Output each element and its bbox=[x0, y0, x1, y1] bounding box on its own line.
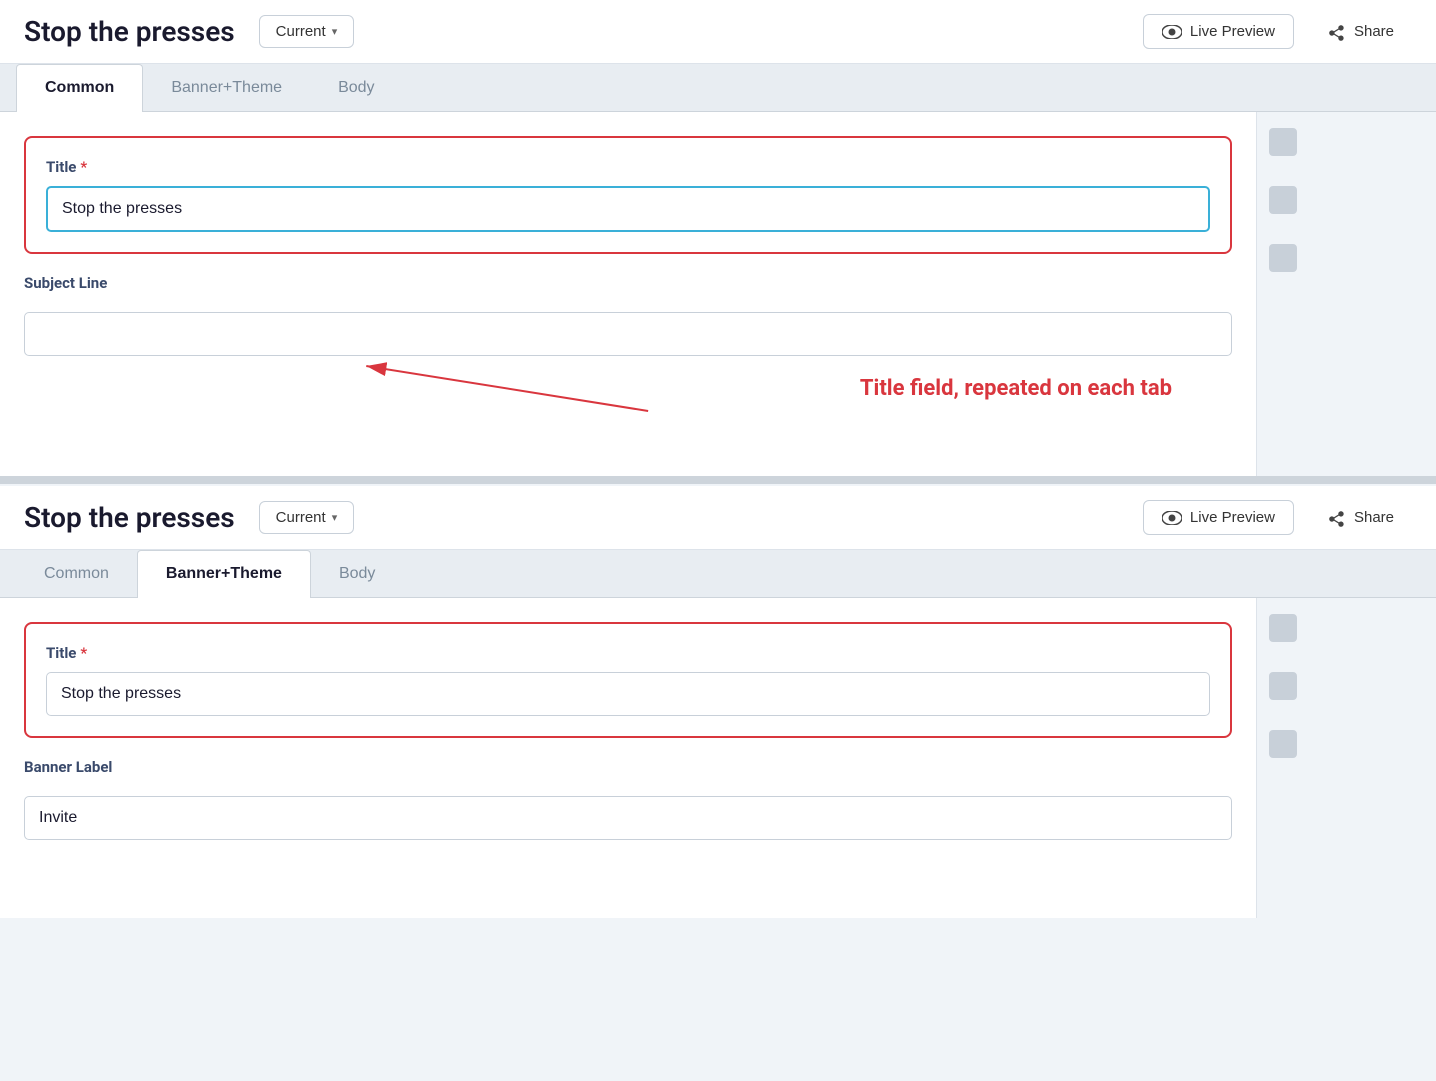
sidebar-stub-1 bbox=[1269, 128, 1297, 156]
tab-common-bottom[interactable]: Common bbox=[16, 550, 137, 597]
live-preview-label: Live Preview bbox=[1190, 23, 1275, 40]
annotation-area: Title field, repeated on each tab bbox=[24, 356, 1232, 476]
bottom-sidebar-stub-1 bbox=[1269, 614, 1297, 642]
bottom-header: Stop the presses Current ▾ Live Preview … bbox=[0, 486, 1436, 550]
title-label-bottom: Title * bbox=[46, 644, 1210, 662]
top-header: Stop the presses Current ▾ Live Preview … bbox=[0, 0, 1436, 64]
top-form-area: Title * Subject Line bbox=[0, 112, 1256, 476]
version-dropdown[interactable]: Current ▾ bbox=[259, 15, 355, 48]
top-panel: Stop the presses Current ▾ Live Preview … bbox=[0, 0, 1436, 478]
bottom-eye-icon bbox=[1162, 511, 1182, 525]
tab-common-top[interactable]: Common bbox=[16, 64, 143, 112]
required-star-bottom: * bbox=[80, 644, 87, 662]
title-field-section-bottom: Title * bbox=[24, 622, 1232, 738]
annotation-arrow bbox=[24, 356, 1232, 476]
subject-line-section: Subject Line bbox=[24, 274, 1232, 356]
title-input-top[interactable] bbox=[46, 186, 1210, 232]
bottom-page-title: Stop the presses bbox=[24, 501, 235, 534]
chevron-down-icon: ▾ bbox=[332, 25, 338, 38]
top-right-sidebar bbox=[1256, 112, 1436, 476]
eye-icon bbox=[1162, 25, 1182, 39]
tab-banner-theme-top[interactable]: Banner+Theme bbox=[143, 64, 310, 111]
bottom-tabs-bar: Common Banner+Theme Body bbox=[0, 550, 1436, 598]
tab-body-bottom[interactable]: Body bbox=[311, 550, 403, 597]
top-tabs-bar: Common Banner+Theme Body bbox=[0, 64, 1436, 112]
title-field-section-top: Title * bbox=[24, 136, 1232, 254]
page-title: Stop the presses bbox=[24, 15, 235, 48]
sidebar-stub-3 bbox=[1269, 244, 1297, 272]
tab-body-top[interactable]: Body bbox=[310, 64, 402, 111]
annotation-text: Title field, repeated on each tab bbox=[860, 376, 1172, 401]
live-preview-button[interactable]: Live Preview bbox=[1143, 14, 1294, 49]
bottom-content-area: Title * Banner Label bbox=[0, 598, 1436, 918]
share-label: Share bbox=[1354, 23, 1394, 40]
bottom-version-dropdown[interactable]: Current ▾ bbox=[259, 501, 355, 534]
title-input-bottom[interactable] bbox=[46, 672, 1210, 716]
bottom-share-icon bbox=[1328, 509, 1346, 527]
bottom-chevron-icon: ▾ bbox=[332, 511, 338, 524]
share-icon bbox=[1328, 23, 1346, 41]
bottom-live-preview-button[interactable]: Live Preview bbox=[1143, 500, 1294, 535]
share-button[interactable]: Share bbox=[1310, 15, 1412, 49]
version-label: Current bbox=[276, 23, 326, 40]
bottom-version-label: Current bbox=[276, 509, 326, 526]
bottom-sidebar-stub-2 bbox=[1269, 672, 1297, 700]
sidebar-stub-2 bbox=[1269, 186, 1297, 214]
top-content-area: Title * Subject Line bbox=[0, 112, 1436, 476]
bottom-form-area: Title * Banner Label bbox=[0, 598, 1256, 918]
required-star-top: * bbox=[80, 158, 87, 176]
banner-label-section: Banner Label bbox=[24, 758, 1232, 840]
bottom-live-preview-label: Live Preview bbox=[1190, 509, 1275, 526]
tab-banner-theme-bottom[interactable]: Banner+Theme bbox=[137, 550, 311, 598]
bottom-sidebar-stub-3 bbox=[1269, 730, 1297, 758]
bottom-panel: Stop the presses Current ▾ Live Preview … bbox=[0, 486, 1436, 918]
banner-label-input[interactable] bbox=[24, 796, 1232, 840]
title-label-top: Title * bbox=[46, 158, 1210, 176]
bottom-right-sidebar bbox=[1256, 598, 1436, 918]
panel-separator bbox=[0, 478, 1436, 484]
subject-line-input[interactable] bbox=[24, 312, 1232, 356]
bottom-share-button[interactable]: Share bbox=[1310, 501, 1412, 535]
bottom-share-label: Share bbox=[1354, 509, 1394, 526]
subject-line-label: Subject Line bbox=[24, 274, 1232, 292]
banner-label-label: Banner Label bbox=[24, 758, 1232, 776]
